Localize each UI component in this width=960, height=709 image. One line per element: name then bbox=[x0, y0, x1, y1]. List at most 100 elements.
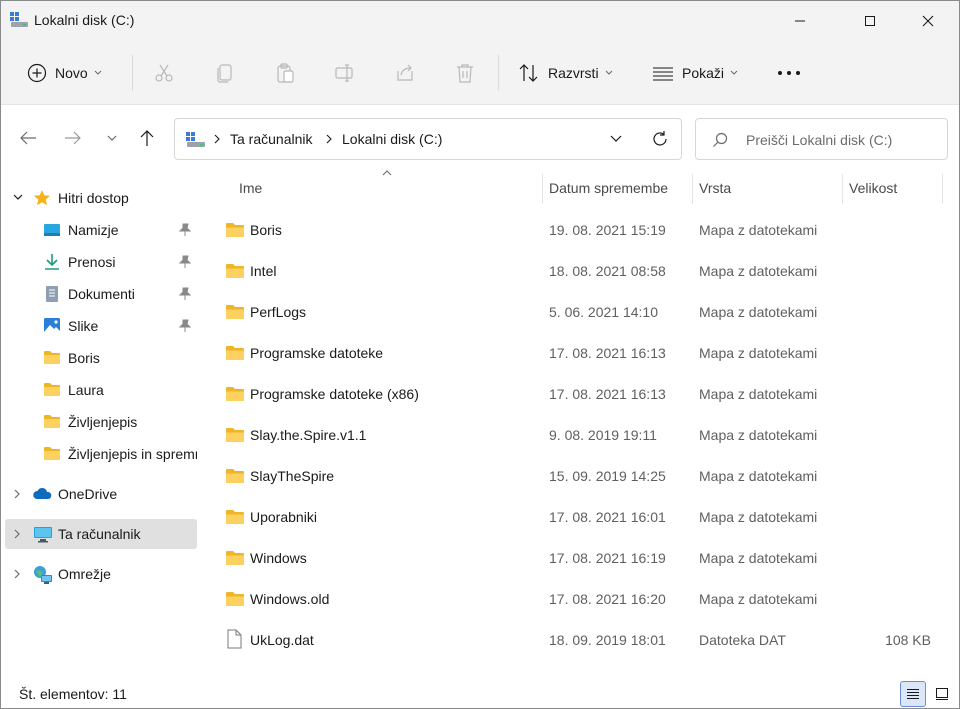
rename-button[interactable] bbox=[334, 57, 356, 89]
search-box[interactable]: Preišči Lokalni disk (C:) bbox=[695, 118, 948, 160]
column-divider[interactable] bbox=[942, 174, 943, 204]
toolbar-divider bbox=[498, 55, 499, 91]
file-type: Mapa z datotekami bbox=[699, 591, 818, 607]
plus-circle-icon bbox=[27, 63, 47, 83]
folder-icon bbox=[225, 467, 245, 487]
recent-locations-button[interactable] bbox=[100, 126, 124, 150]
chevron-right-icon[interactable] bbox=[12, 528, 22, 540]
sidebar-item-this-pc[interactable]: Ta računalnik bbox=[5, 519, 197, 549]
arrow-left-icon bbox=[20, 131, 36, 145]
cloud-icon bbox=[33, 485, 52, 503]
delete-button[interactable] bbox=[454, 57, 476, 89]
pin-icon[interactable] bbox=[179, 223, 191, 237]
table-row[interactable]: Boris 19. 08. 2021 15:19 Mapa z datotekami bbox=[205, 212, 955, 248]
table-row[interactable]: Windows 17. 08. 2021 16:19 Mapa z datoteka… bbox=[205, 540, 955, 576]
sidebar-item-boris[interactable]: Boris bbox=[5, 343, 197, 373]
search-placeholder: Preišči Lokalni disk (C:) bbox=[746, 132, 893, 148]
breadcrumb-local-disk[interactable]: Lokalni disk (C:) bbox=[342, 131, 442, 147]
column-header-type[interactable]: Vrsta bbox=[699, 180, 731, 196]
table-row[interactable]: Uporabniki 17. 08. 2021 16:01 Mapa z datot… bbox=[205, 499, 955, 535]
sidebar-item-network[interactable]: Omrežje bbox=[5, 559, 197, 589]
column-divider[interactable] bbox=[542, 174, 543, 204]
file-type: Mapa z datotekami bbox=[699, 345, 818, 361]
breadcrumb-this-pc[interactable]: Ta računalnik bbox=[230, 131, 313, 147]
table-row[interactable]: SlayTheSpire 15. 09. 2019 14:25 Mapa z dat… bbox=[205, 458, 955, 494]
pin-icon[interactable] bbox=[179, 287, 191, 301]
minimize-button[interactable] bbox=[777, 1, 823, 41]
file-list: Ime Datum spremembe Vrsta Velikost Boris… bbox=[201, 166, 959, 676]
sidebar-item-pictures[interactable]: Slike bbox=[5, 311, 197, 341]
file-type: Mapa z datotekami bbox=[699, 468, 818, 484]
sidebar-item-label: OneDrive bbox=[58, 486, 118, 502]
folder-icon bbox=[225, 221, 245, 241]
file-name: SlayTheSpire bbox=[250, 468, 335, 484]
chevron-down-icon bbox=[94, 70, 102, 75]
table-row[interactable]: PerfLogs 5. 06. 2021 14:10 Mapa z datoteka… bbox=[205, 294, 955, 330]
table-row[interactable]: Programske datoteke 17. 08. 2021 16:13 Map… bbox=[205, 335, 955, 371]
computer-icon bbox=[33, 525, 52, 543]
chevron-down-icon[interactable] bbox=[609, 132, 623, 146]
maximize-icon bbox=[865, 16, 875, 26]
column-divider[interactable] bbox=[692, 174, 693, 204]
details-view-button[interactable] bbox=[900, 681, 926, 707]
view-button[interactable]: Pokaži bbox=[652, 57, 738, 89]
column-header-name[interactable]: Ime bbox=[239, 180, 262, 196]
sidebar-item-downloads[interactable]: Prenosi bbox=[5, 247, 197, 277]
window-title: Lokalni disk (C:) bbox=[34, 12, 135, 28]
file-name: Slay.the.Spire.v1.1 bbox=[250, 427, 367, 443]
address-row: Ta računalnik Lokalni disk (C:) Preišči … bbox=[1, 106, 959, 166]
sidebar-item-label: Slike bbox=[68, 318, 99, 334]
share-button[interactable] bbox=[394, 57, 416, 89]
chevron-right-icon[interactable] bbox=[325, 133, 333, 145]
sidebar-item-quick-access[interactable]: Hitri dostop bbox=[5, 183, 197, 213]
paste-button[interactable] bbox=[274, 57, 296, 89]
cut-button[interactable] bbox=[153, 57, 175, 89]
chevron-right-icon[interactable] bbox=[12, 568, 22, 580]
title-bar[interactable]: Lokalni disk (C:) bbox=[1, 1, 959, 41]
pin-icon[interactable] bbox=[179, 319, 191, 333]
chevron-right-icon[interactable] bbox=[213, 133, 221, 145]
sidebar-item-documents[interactable]: Dokumenti bbox=[5, 279, 197, 309]
folder-icon bbox=[225, 344, 245, 364]
file-date-modified: 18. 09. 2019 18:01 bbox=[549, 632, 666, 648]
file-type: Mapa z datotekami bbox=[699, 509, 818, 525]
file-name: Programske datoteke bbox=[250, 345, 384, 361]
refresh-icon[interactable] bbox=[651, 130, 669, 148]
table-row[interactable]: Slay.the.Spire.v1.1 9. 08. 2019 19:11 Mapa… bbox=[205, 417, 955, 453]
download-icon bbox=[43, 253, 61, 271]
new-button[interactable]: Novo bbox=[27, 57, 102, 89]
copy-button[interactable] bbox=[214, 57, 236, 89]
back-button[interactable] bbox=[16, 126, 40, 150]
sidebar-item-desktop[interactable]: Namizje bbox=[5, 215, 197, 245]
column-header-size[interactable]: Velikost bbox=[849, 180, 897, 196]
large-icons-view-button[interactable] bbox=[929, 681, 955, 707]
table-row[interactable]: UkLog.dat 18. 09. 2019 18:01 Datoteka DAT 1… bbox=[205, 622, 955, 658]
pin-icon[interactable] bbox=[179, 255, 191, 269]
folder-icon bbox=[43, 445, 61, 463]
folder-icon bbox=[225, 303, 245, 323]
table-row[interactable]: Programske datoteke (x86) 17. 08. 2021 16… bbox=[205, 376, 955, 412]
sidebar-item-zivljenjepis-in-spremno[interactable]: Življenjepis in spremno bbox=[5, 439, 197, 469]
chevron-down-icon[interactable] bbox=[12, 192, 24, 202]
forward-button[interactable] bbox=[61, 126, 85, 150]
close-icon bbox=[922, 15, 934, 27]
close-button[interactable] bbox=[905, 1, 951, 41]
sidebar-item-label: Ta računalnik bbox=[58, 526, 141, 542]
sidebar-item-onedrive[interactable]: OneDrive bbox=[5, 479, 197, 509]
column-divider[interactable] bbox=[842, 174, 843, 204]
table-row[interactable]: Windows.old 17. 08. 2021 16:20 Mapa z dato… bbox=[205, 581, 955, 617]
sidebar-item-zivljenjepis[interactable]: Življenjepis bbox=[5, 407, 197, 437]
more-options-button[interactable] bbox=[777, 57, 801, 89]
table-row[interactable]: Intel 18. 08. 2021 08:58 Mapa z datotekami bbox=[205, 253, 955, 289]
file-type: Mapa z datotekami bbox=[699, 550, 818, 566]
up-button[interactable] bbox=[135, 126, 159, 150]
sidebar-item-laura[interactable]: Laura bbox=[5, 375, 197, 405]
sort-button[interactable]: Razvrsti bbox=[518, 57, 613, 89]
maximize-button[interactable] bbox=[847, 1, 893, 41]
sidebar-item-label: Prenosi bbox=[68, 254, 116, 270]
file-name: Windows bbox=[250, 550, 307, 566]
address-bar[interactable]: Ta računalnik Lokalni disk (C:) bbox=[174, 118, 682, 160]
column-header-date[interactable]: Datum spremembe bbox=[549, 180, 668, 196]
chevron-right-icon[interactable] bbox=[12, 488, 22, 500]
folder-icon bbox=[225, 385, 245, 405]
